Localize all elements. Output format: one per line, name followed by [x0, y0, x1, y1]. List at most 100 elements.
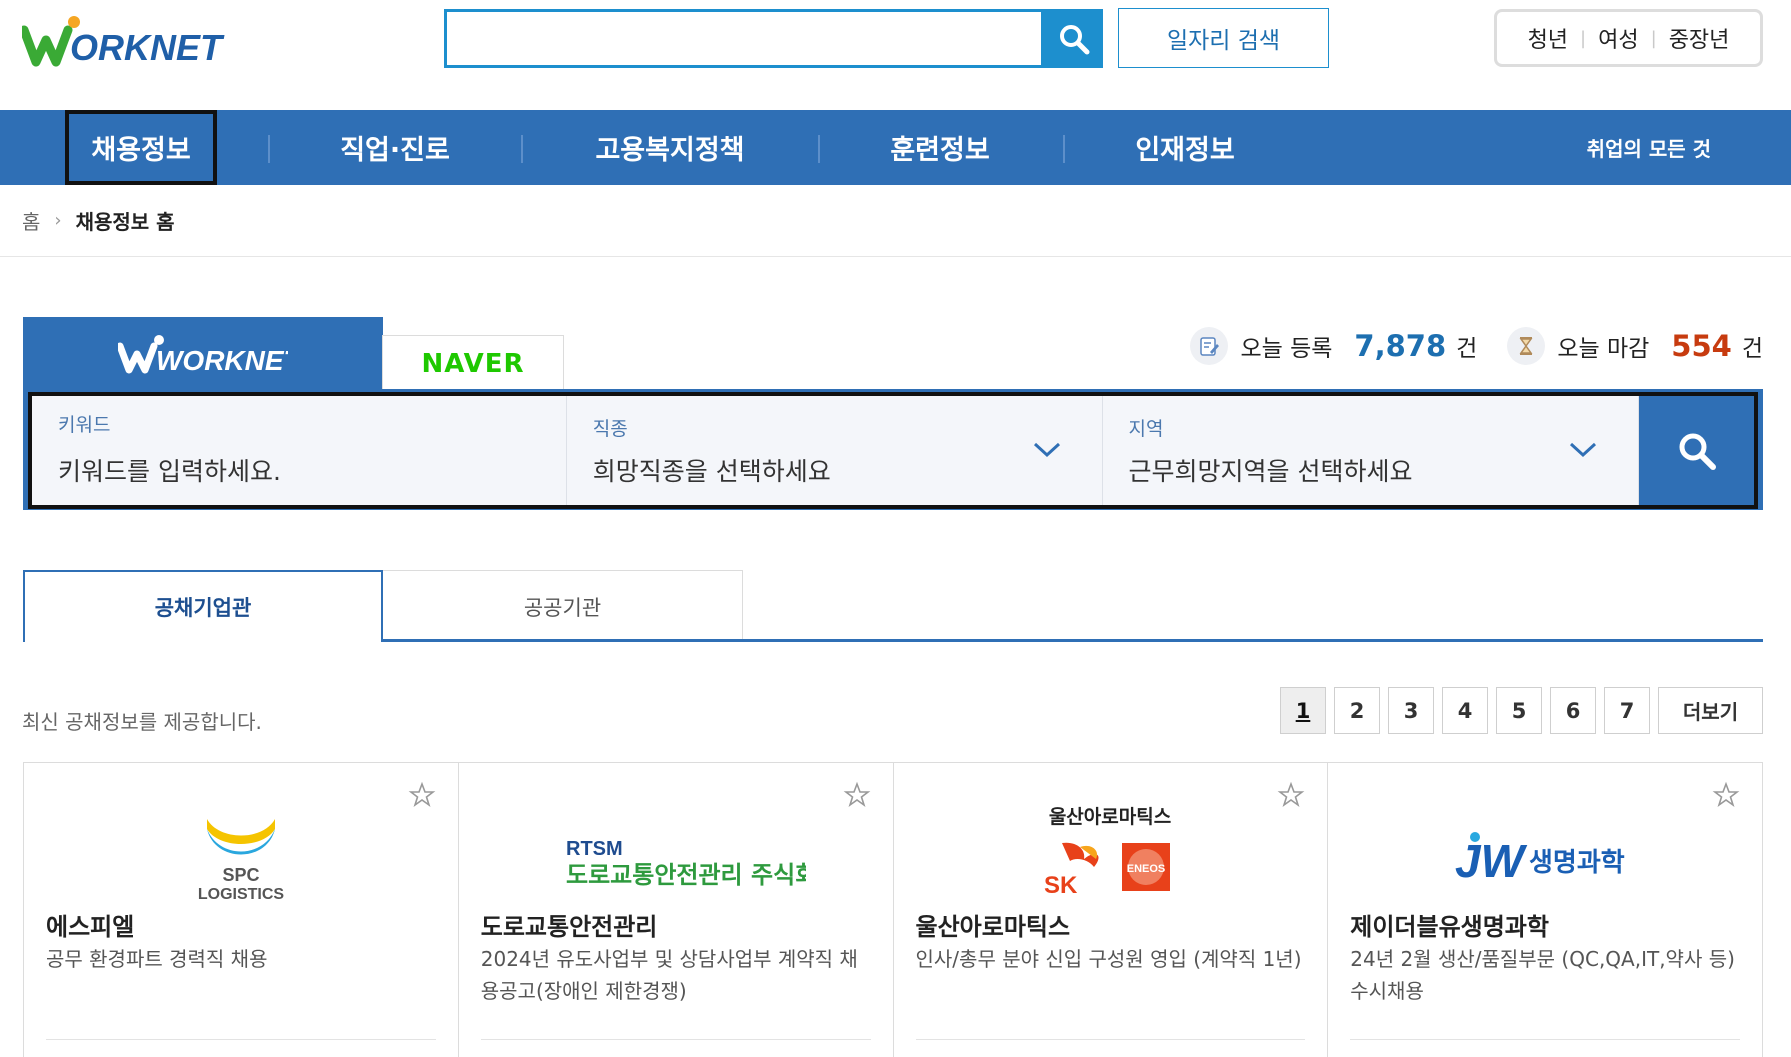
star-icon[interactable]: [408, 781, 436, 809]
worknet-tab-logo: WORKNET: [118, 335, 288, 376]
tab-underline-mask: [25, 638, 381, 643]
global-search-input[interactable]: [444, 9, 1044, 68]
job-search-submit-button[interactable]: [1639, 396, 1754, 505]
nav-divider: [268, 135, 270, 163]
worknet-logo-graphic: ORKNET: [22, 16, 225, 68]
job-search-button[interactable]: 일자리 검색: [1118, 8, 1329, 68]
company-card[interactable]: SPC LOGISTICS 에스피엘 공무 환경파트 경력직 채용: [24, 763, 459, 1057]
page-button-7[interactable]: 7: [1604, 687, 1650, 734]
company-name: 제이더블유생명과학: [1350, 913, 1549, 941]
nav-item-talent[interactable]: 인재정보: [1095, 110, 1275, 185]
hourglass-icon: [1507, 327, 1546, 365]
region-value: 근무희망지역을 선택하세요: [1128, 457, 1413, 486]
today-registered-label: 오늘 등록: [1240, 336, 1333, 362]
occupation-value: 희망직종을 선택하세요: [592, 457, 831, 486]
region-select[interactable]: 지역 근무희망지역을 선택하세요: [1103, 396, 1640, 505]
main-nav: 채용정보 직업·진로 고용복지정책 훈련정보 인재정보 취업의 모든 것: [0, 110, 1791, 185]
svg-text:도로교통안전관리 주식회사: 도로교통안전관리 주식회사: [566, 861, 806, 889]
breadcrumb-home[interactable]: 홈: [22, 206, 40, 235]
nav-divider: [521, 135, 523, 163]
breadcrumb-current: 채용정보 홈: [75, 209, 175, 234]
page-button-1[interactable]: 1: [1280, 687, 1326, 734]
search-icon: [1679, 433, 1716, 470]
nav-all-about-jobs[interactable]: 취업의 모든 것: [1587, 110, 1711, 185]
nav-divider: [1063, 135, 1065, 163]
page-button-6[interactable]: 6: [1550, 687, 1596, 734]
nav-item-training[interactable]: 훈련정보: [850, 110, 1030, 185]
more-button[interactable]: 더보기: [1658, 687, 1763, 734]
count-unit: 건: [1456, 336, 1478, 362]
nav-divider: [818, 135, 820, 163]
svg-text:RTSM: RTSM: [566, 838, 623, 860]
quick-link-women[interactable]: 여성: [1592, 22, 1644, 54]
today-registered-count: 7,878: [1354, 329, 1447, 363]
company-logo: RTSM 도로교통안전관리 주식회사: [459, 815, 893, 903]
svg-text:생명과학: 생명과학: [1529, 848, 1625, 878]
quick-link-divider: |: [1650, 27, 1657, 49]
chevron-down-icon: [1033, 442, 1060, 458]
pagination: 1 2 3 4 5 6 7 더보기: [1280, 687, 1763, 734]
company-logo: 울산아로마틱스 SK ENEOS: [894, 803, 1328, 897]
keyword-input[interactable]: 키워드를 입력하세요.: [58, 452, 281, 488]
worknet-logo[interactable]: ORKNET: [22, 14, 254, 68]
global-search-button[interactable]: [1044, 9, 1103, 68]
page-button-4[interactable]: 4: [1442, 687, 1488, 734]
quick-link-divider: |: [1580, 27, 1587, 49]
card-divider: [480, 1039, 871, 1040]
nav-item-welfare-policy[interactable]: 고용복지정책: [560, 110, 780, 185]
tab-public-recruit-companies[interactable]: 공채기업관: [23, 570, 383, 642]
tab-worknet[interactable]: WORKNET: [23, 317, 383, 391]
tab-naver[interactable]: NAVER: [382, 335, 564, 391]
chevron-right-icon: ›: [54, 209, 62, 231]
company-cards: SPC LOGISTICS 에스피엘 공무 환경파트 경력직 채용 RTSM 도…: [23, 762, 1763, 1057]
job-title: 공무 환경파트 경력직 채용: [46, 947, 268, 971]
card-divider: [46, 1039, 436, 1040]
svg-text:ENEOS: ENEOS: [1127, 863, 1166, 875]
svg-text:SK: SK: [1044, 872, 1078, 897]
count-unit: 건: [1741, 336, 1763, 362]
company-card[interactable]: RTSM 도로교통안전관리 주식회사 도로교통안전관리 2024년 유도사업부 …: [459, 763, 894, 1057]
nav-item-job-info[interactable]: 채용정보: [65, 110, 217, 185]
company-name: 도로교통안전관리: [480, 913, 658, 941]
company-logo: JW 생명과학: [1328, 815, 1762, 903]
star-icon[interactable]: [1712, 781, 1740, 809]
keyword-label: 키워드: [58, 414, 111, 436]
tab-public-institutions[interactable]: 공공기관: [382, 570, 743, 642]
svg-text:ORKNET: ORKNET: [70, 27, 225, 68]
breadcrumb-divider: [0, 256, 1791, 257]
card-divider: [1350, 1039, 1740, 1040]
company-card[interactable]: 울산아로마틱스 SK ENEOS 울산아로마틱스 인사/총무 분야 신입 구성원…: [894, 763, 1329, 1057]
quick-link-middle-aged[interactable]: 중장년: [1663, 22, 1736, 54]
star-icon[interactable]: [843, 781, 871, 809]
company-card[interactable]: JW 생명과학 제이더블유생명과학 24년 2월 생산/품질부문 (QC,QA,…: [1328, 763, 1762, 1057]
keyword-field[interactable]: 키워드 키워드를 입력하세요.: [32, 396, 567, 505]
occupation-select[interactable]: 직종 희망직종을 선택하세요: [567, 396, 1103, 505]
page-button-5[interactable]: 5: [1496, 687, 1542, 734]
job-search-form: 키워드 키워드를 입력하세요. 직종 희망직종을 선택하세요 지역 근무희망지역…: [28, 392, 1758, 509]
today-deadline-label: 오늘 마감: [1557, 336, 1650, 362]
job-title: 2024년 유도사업부 및 상담사업부 계약직 채용공고(장애인 제한경쟁): [480, 947, 858, 1003]
job-title: 24년 2월 생산/품질부문 (QC,QA,IT,약사 등) 수시채용: [1350, 947, 1735, 1003]
breadcrumb: 홈 › 채용정보 홈: [22, 204, 175, 236]
edit-note-icon: [1190, 327, 1229, 365]
search-icon: [1059, 24, 1089, 54]
company-logo: SPC LOGISTICS: [24, 815, 458, 903]
svg-text:JW: JW: [1455, 835, 1528, 887]
chevron-down-icon: [1570, 442, 1597, 458]
company-name: 에스피엘: [46, 913, 135, 941]
page-button-2[interactable]: 2: [1334, 687, 1380, 734]
today-deadline-count: 554: [1671, 329, 1732, 363]
page-button-3[interactable]: 3: [1388, 687, 1434, 734]
svg-text:SPC: SPC: [222, 865, 259, 885]
quick-links: 청년 | 여성 | 중장년: [1494, 9, 1763, 67]
company-name: 울산아로마틱스: [915, 913, 1071, 941]
occupation-label: 직종: [592, 418, 628, 440]
quick-link-youth[interactable]: 청년: [1522, 22, 1574, 54]
svg-text:LOGISTICS: LOGISTICS: [198, 886, 285, 903]
card-divider: [915, 1039, 1306, 1040]
svg-text:WORKNET: WORKNET: [156, 345, 288, 376]
nav-item-career[interactable]: 직업·진로: [300, 110, 490, 185]
svg-text:울산아로마틱스: 울산아로마틱스: [1049, 806, 1171, 828]
job-title: 인사/총무 분야 신입 구성원 영입 (계약직 1년): [915, 947, 1302, 971]
region-label: 지역: [1128, 418, 1164, 440]
